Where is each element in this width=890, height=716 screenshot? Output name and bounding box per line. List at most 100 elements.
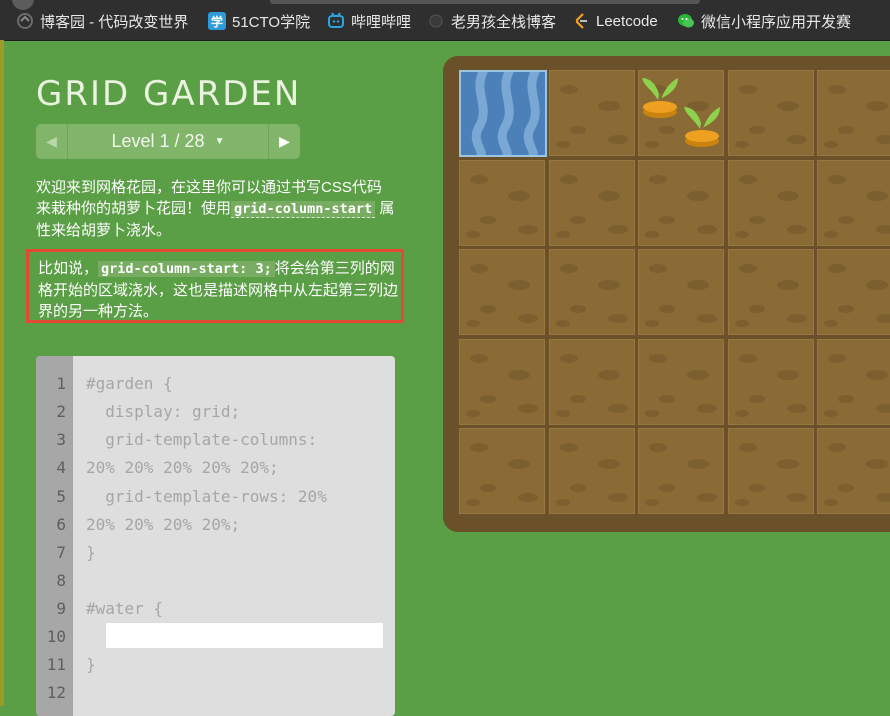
bookmark-wechat-miniprogram[interactable]: 微信小程序应用开发赛 — [677, 10, 851, 32]
blog-icon — [427, 12, 445, 30]
soil-texture — [866, 369, 888, 380]
soil-texture — [597, 190, 620, 201]
bookmark-label: 51CTO学院 — [232, 13, 311, 31]
carrot-icon — [680, 99, 724, 155]
soil-texture — [828, 174, 846, 184]
soil-texture — [659, 305, 675, 313]
leetcode-icon — [572, 12, 590, 30]
soil-texture — [466, 320, 480, 327]
soil-texture — [555, 141, 570, 148]
soil-texture — [738, 443, 757, 452]
bookmark-51cto[interactable]: 学 51CTO学院 — [208, 10, 310, 32]
code-line: #water { — [86, 599, 164, 618]
property-code: grid-column-start — [231, 201, 376, 218]
soil-texture — [697, 403, 717, 413]
garden-cell — [727, 70, 814, 156]
soil-texture — [508, 459, 530, 469]
prev-level-button[interactable]: ◀ — [36, 124, 68, 159]
soil-texture — [569, 215, 586, 224]
bookmark-cnblogs[interactable]: 博客园 - 代码改变世界 — [16, 10, 188, 32]
soil-texture — [786, 403, 807, 413]
soil-texture — [838, 484, 854, 492]
garden-cell — [817, 159, 890, 246]
soil-texture — [738, 264, 757, 273]
soil-texture — [734, 409, 749, 417]
garden-cell — [727, 338, 814, 425]
line-number: 5 — [56, 487, 66, 506]
soil-texture — [824, 230, 838, 238]
soil-texture — [659, 484, 675, 492]
soil-texture — [734, 141, 749, 148]
soil-texture — [518, 403, 538, 413]
soil-texture — [776, 280, 799, 290]
next-level-button[interactable]: ▶ — [268, 124, 300, 159]
soil-texture — [659, 394, 675, 403]
css-answer-input[interactable] — [106, 623, 383, 648]
soil-texture — [649, 443, 667, 452]
line-number: 8 — [56, 571, 66, 590]
soil-texture — [559, 353, 578, 363]
soil-texture — [555, 499, 570, 506]
soil-texture — [786, 135, 807, 144]
soil-texture — [738, 174, 757, 184]
soil-texture — [480, 215, 496, 224]
soil-texture — [866, 190, 888, 201]
soil-texture — [466, 499, 480, 506]
soil-texture — [559, 443, 578, 452]
soil-texture — [828, 85, 846, 94]
soil-texture — [876, 493, 890, 502]
soil-texture — [866, 280, 888, 290]
bookmark-oldboy-blog[interactable]: 老男孩全栈博客 — [427, 10, 556, 32]
soil-texture — [876, 135, 890, 144]
soil-texture — [508, 280, 530, 290]
water-tile — [459, 67, 547, 160]
browser-control[interactable] — [12, 0, 34, 10]
garden-cell — [459, 338, 545, 425]
line-number: 2 — [56, 402, 66, 421]
soil-texture — [569, 305, 586, 313]
bookmark-label: 老男孩全栈博客 — [451, 13, 557, 31]
code-line: grid-template-columns: — [86, 430, 318, 449]
garden-cell — [459, 428, 545, 514]
bookmarks-bar: 博客园 - 代码改变世界 学 51CTO学院 哔哩哔哩 老男孩全栈博客 Leet… — [0, 0, 890, 41]
garden-cell — [638, 249, 724, 335]
line-number: 7 — [56, 543, 66, 562]
soil-texture — [776, 101, 799, 111]
soil-texture — [569, 126, 586, 134]
garden-cell — [727, 159, 814, 246]
bookmark-label: Leetcode — [596, 12, 658, 30]
soil-texture — [748, 484, 765, 492]
line-number: 4 — [56, 458, 66, 477]
soil-texture — [838, 215, 854, 224]
soil-texture — [697, 493, 717, 502]
soil-texture — [569, 484, 586, 492]
soil-texture — [518, 314, 538, 323]
soil-texture — [607, 135, 628, 144]
garden-cell — [817, 338, 890, 425]
bookmark-leetcode[interactable]: Leetcode — [572, 10, 658, 32]
level-label: Level 1 / 28 — [111, 131, 205, 151]
soil-texture — [607, 224, 628, 234]
soil-texture — [466, 409, 480, 417]
code-line: 20% 20% 20% 20% 20%; — [86, 458, 279, 477]
chevron-down-icon: ▼ — [214, 136, 225, 147]
css-editor: 1 2 3 4 5 6 7 8 9 10 11 12 #garden { dis… — [36, 356, 395, 716]
soil-texture — [838, 394, 854, 403]
soil-texture — [738, 85, 757, 94]
code-line: } — [86, 655, 96, 674]
bookmark-bilibili[interactable]: 哔哩哔哩 — [327, 10, 411, 32]
cnblogs-icon — [16, 12, 34, 30]
example-highlight: 比如说， grid-column-start: 3; 将会给第三列的网格开始的区域浇… — [26, 249, 404, 323]
soil-texture — [866, 101, 888, 111]
garden-cell — [727, 249, 814, 335]
line-number: 1 — [56, 374, 66, 393]
level-select[interactable]: Level 1 / 28 ▼ — [68, 124, 268, 159]
line-number: 3 — [56, 430, 66, 449]
window-left-edge — [0, 40, 4, 706]
soil-texture — [470, 443, 488, 452]
garden-cell — [548, 428, 635, 514]
soil-texture — [607, 493, 628, 502]
garden-cell — [638, 338, 724, 425]
soil-texture — [776, 190, 799, 201]
code-line: display: grid; — [86, 402, 241, 421]
